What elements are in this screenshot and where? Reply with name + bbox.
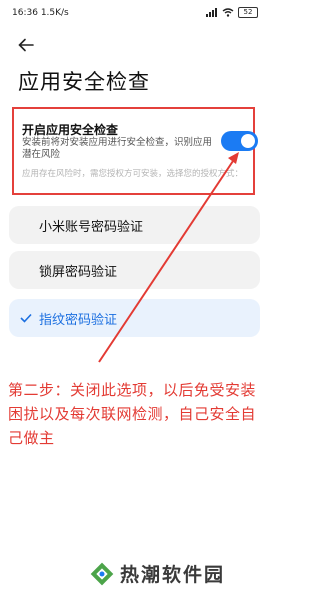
status-clock: 16:36 <box>12 8 38 18</box>
annotation-note: 第二步：关闭此选项，以后免受安装困扰以及每次联网检测，自己安全自己做主 <box>8 381 257 447</box>
wifi-icon <box>222 8 234 17</box>
security-check-toggle[interactable] <box>221 131 258 151</box>
watermark: 热潮软件园 <box>90 560 225 587</box>
toggle-knob <box>241 134 255 148</box>
checkmark-icon <box>19 311 33 325</box>
watermark-text: 热潮软件园 <box>120 564 226 586</box>
back-arrow-icon <box>18 38 34 52</box>
page-title: 应用安全检查 <box>18 70 150 94</box>
signal-icon <box>206 8 217 17</box>
brand-logo-icon <box>90 562 114 585</box>
setting-hint: 应用存在风险时，需您授权方可安装，选择您的授权方式： <box>22 169 244 179</box>
status-bar: 16:36 1.5K/s 52 <box>0 0 270 30</box>
option-mi-account-password[interactable]: 小米账号密码验证 <box>9 206 260 244</box>
option-fingerprint-password[interactable]: 指纹密码验证 <box>9 299 260 337</box>
status-network-speed: 1.5K/s <box>40 8 69 18</box>
option-label: 指纹密码验证 <box>39 312 118 328</box>
status-icons: 52 <box>206 7 258 18</box>
back-button[interactable] <box>14 34 38 56</box>
security-check-setting: 开启应用安全检查 安装前将对安装应用进行安全检查，识别应用潜在风险 应用存在风险… <box>12 107 258 195</box>
setting-description: 安装前将对安装应用进行安全检查，识别应用潜在风险 <box>22 137 213 160</box>
setting-title: 开启应用安全检查 <box>22 123 119 137</box>
status-time: 16:36 1.5K/s <box>12 8 69 18</box>
option-label: 小米账号密码验证 <box>39 219 144 235</box>
option-lockscreen-password[interactable]: 锁屏密码验证 <box>9 251 260 289</box>
option-label: 锁屏密码验证 <box>39 264 118 280</box>
battery-icon: 52 <box>238 7 258 18</box>
